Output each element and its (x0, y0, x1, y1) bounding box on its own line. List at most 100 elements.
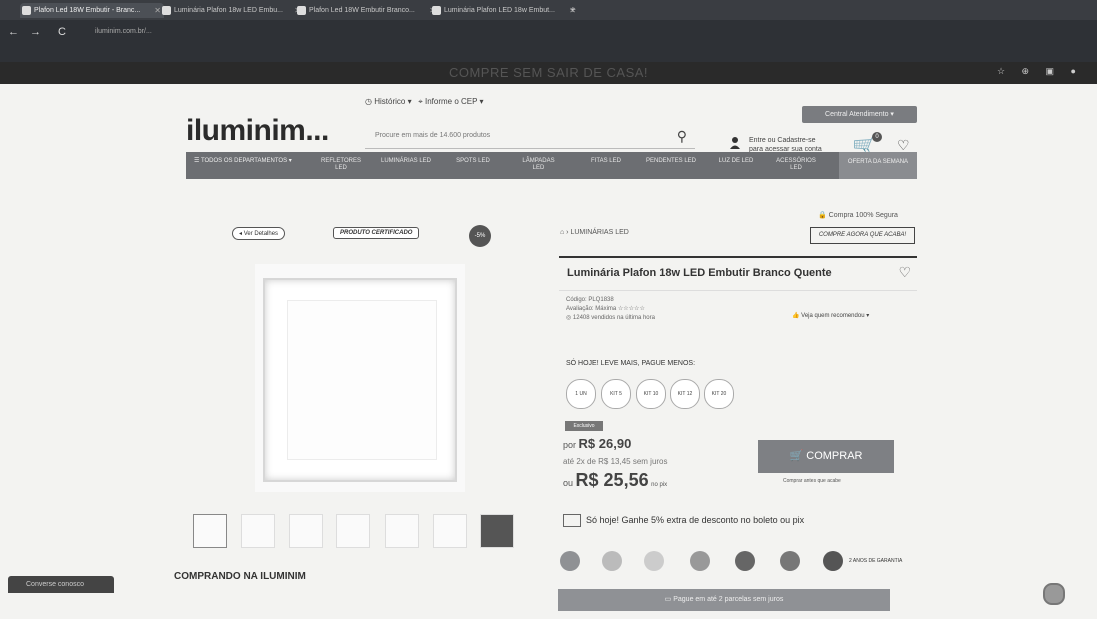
cart-count-badge: 0 (872, 132, 882, 142)
exclusivo-badge: Exclusivo (565, 421, 603, 431)
thumbnail[interactable] (336, 514, 370, 548)
stars-icon: ☆☆☆☆☆ (617, 306, 645, 312)
comprar-subtext: Comprar antes que acabe (783, 478, 841, 484)
chat-label: Converse conosco (26, 581, 84, 588)
barcode-icon (563, 514, 581, 527)
home-icon[interactable]: ⌂ (560, 229, 564, 236)
price-value: R$ 26,90 (578, 436, 632, 451)
search-bar[interactable]: Procure em mais de 14.600 produtos ⚲ (365, 128, 695, 149)
header-mini-links: ◷ Histórico ▾ ⌖ Informe o CEP ▾ (365, 97, 484, 106)
historico-link[interactable]: Histórico (374, 97, 405, 106)
tab-title: Luminária Plafon 18w LED Embu... (174, 7, 283, 14)
favicon-icon (22, 6, 31, 15)
thumbnail[interactable] (480, 514, 514, 548)
fire-icon: ◎ (566, 315, 572, 321)
address-bar: ← → C iluminim.com.br/... (0, 20, 1097, 62)
search-input[interactable]: Procure em mais de 14.600 produtos (375, 132, 490, 139)
reload-icon[interactable]: C (58, 26, 66, 38)
boleto-promo: Só hoje! Ganhe 5% extra de desconto no b… (563, 514, 804, 527)
pix-price: ou R$ 25,56 no pix (563, 470, 667, 491)
breadcrumb-item[interactable]: LUMINÁRIAS LED (570, 229, 628, 236)
recommend-label: Veja quem recomendou (801, 313, 865, 319)
thumbnail[interactable] (241, 514, 275, 548)
product-title: Luminária Plafon 18w LED Embutir Branco … (567, 267, 832, 279)
lock-icon: 🔒 (818, 212, 827, 219)
search-icon[interactable]: ⚲ (677, 128, 687, 145)
compra-segura: 🔒 Compra 100% Segura (818, 211, 898, 219)
favicon-icon (432, 6, 441, 15)
sold-count-text: 12408 vendidos na última hora (572, 315, 655, 321)
login-line1: Entre ou Cadastre-se (749, 137, 816, 144)
kit-option[interactable]: KIT 12 (670, 379, 700, 409)
site-logo[interactable]: iluminim... (186, 114, 329, 148)
nav-item[interactable]: FITAS LED (586, 158, 626, 165)
product-meta: Código: PLQ1838 Avaliação: Máxima ☆☆☆☆☆ … (566, 296, 655, 323)
back-label: Ver Detalhes (243, 231, 279, 237)
forward-icon[interactable]: → (30, 26, 41, 38)
nav-item[interactable]: SPOTS LED (453, 158, 493, 165)
nav-item[interactable]: PENDENTES LED (646, 158, 696, 165)
back-icon[interactable]: ← (8, 26, 19, 38)
oferta-label: OFERTA DA SEMANA (847, 159, 909, 165)
browser-tab[interactable]: Luminária Plafon 18w LED Embu...✕ (160, 3, 304, 18)
oferta-semana-button[interactable]: OFERTA DA SEMANA (839, 152, 917, 179)
plafon-diffuser (287, 300, 437, 460)
card-icon: ▭ (664, 596, 672, 603)
nav-item[interactable]: LÂMPADAS LED (516, 158, 561, 172)
nav-item[interactable]: REFLETORES LED (316, 158, 366, 172)
pix-prefix: ou (563, 478, 574, 488)
menu-label: TODOS OS DEPARTAMENTOS (200, 158, 288, 164)
guarantee-icon (823, 551, 843, 571)
comprar-label: COMPRAR (806, 450, 863, 462)
nav-item[interactable]: LUZ DE LED (716, 158, 756, 165)
cart-icon: 🛒 (789, 450, 804, 462)
central-atendimento-button[interactable]: Central Atendimento ▾ (802, 106, 917, 123)
favorite-heart-icon[interactable]: ♡ (898, 264, 911, 281)
thumbnail[interactable] (289, 514, 323, 548)
thumbnail[interactable] (433, 514, 467, 548)
thumbs-up-icon: 👍 (792, 313, 800, 319)
location-icon: ⌖ (418, 97, 423, 106)
seal-icon (690, 551, 710, 571)
tab-title: Plafon Led 18W Embutir Branco... (309, 7, 415, 14)
browser-tab[interactable]: Plafon Led 18W Embutir - Branc... ✕ (20, 3, 164, 18)
pix-suffix: no pix (651, 482, 668, 488)
nav-item[interactable]: ACESSÓRIOS LED (771, 158, 821, 172)
comprar-button[interactable]: 🛒 COMPRAR (758, 440, 894, 473)
nav-item[interactable]: LUMINÁRIAS LED (381, 158, 431, 165)
shield-icon (780, 551, 800, 571)
pix-value: R$ 25,56 (575, 470, 649, 490)
thumbnail[interactable] (193, 514, 227, 548)
cep-link[interactable]: Informe o CEP (425, 97, 477, 106)
recommend-link[interactable]: 👍 Veja quem recomendou ▾ (792, 312, 869, 319)
browser-toolbar-icons[interactable]: ☆ ⊕ ▣ ● (997, 66, 1083, 77)
central-label: Central Atendimento (825, 111, 889, 118)
all-departments-menu[interactable]: ☰ TODOS OS DEPARTAMENTOS ▾ (194, 158, 292, 165)
product-image[interactable] (255, 264, 465, 492)
compra-segura-label: Compra 100% Segura (828, 212, 898, 219)
product-rating: Avaliação: Máxima ☆☆☆☆☆ (566, 305, 655, 314)
top-banner: COMPRE SEM SAIR DE CASA! (0, 62, 1097, 84)
kit-option[interactable]: KIT 5 (601, 379, 631, 409)
back-pill[interactable]: ◂ Ver Detalhes (232, 227, 286, 240)
compre-agora-badge[interactable]: COMPRE AGORA QUE ACABA! (810, 227, 915, 244)
certificado-badge: PRODUTO CERTIFICADO (333, 227, 420, 239)
rating-label: Avaliação: Máxima (566, 306, 617, 312)
kit-option[interactable]: KIT 10 (636, 379, 666, 409)
plafon-panel (263, 278, 457, 482)
whatsapp-icon[interactable] (1043, 583, 1065, 605)
browser-tab[interactable]: Plafon Led 18W Embutir Branco...✕ (295, 3, 439, 18)
comprando-heading: COMPRANDO NA ILUMINIM (174, 571, 306, 582)
chat-button[interactable]: Converse conosco (8, 576, 114, 593)
kit-option[interactable]: KIT 20 (704, 379, 734, 409)
boleto-text: Só hoje! Ganhe 5% extra de desconto no b… (586, 514, 805, 525)
price: por R$ 26,90 (563, 436, 631, 451)
breadcrumb[interactable]: ⌂ › LUMINÁRIAS LED (560, 229, 629, 236)
url-field[interactable]: iluminim.com.br/... (95, 28, 152, 35)
browser-tab[interactable]: Luminária Plafon LED 18w Embut... ✕ (430, 3, 579, 18)
browser-tab-strip: Plafon Led 18W Embutir - Branc... ✕ Lumin… (0, 0, 1097, 20)
promo-kits-heading: SÓ HOJE! LEVE MAIS, PAGUE MENOS: (566, 360, 696, 367)
thumbnail[interactable] (385, 514, 419, 548)
kit-option[interactable]: 1 UN (566, 379, 596, 409)
new-tab-button[interactable]: + (570, 3, 584, 18)
